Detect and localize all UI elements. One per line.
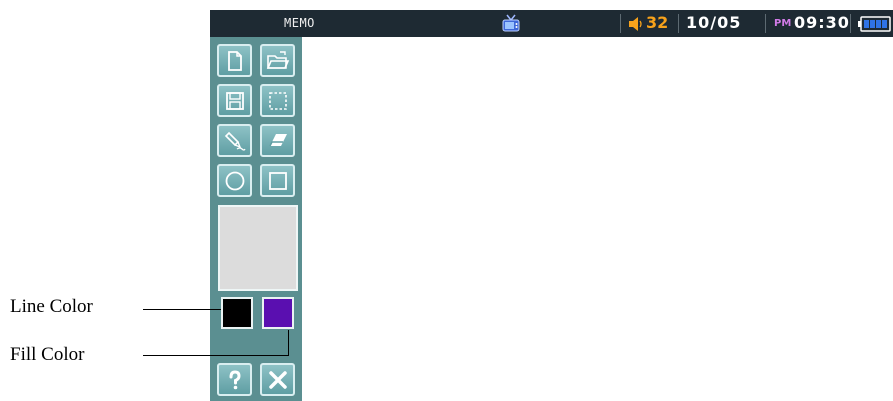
status-divider <box>678 14 679 33</box>
rectangle-button[interactable] <box>260 164 295 197</box>
volume-level: 32 <box>646 13 669 32</box>
new-document-button[interactable] <box>217 44 252 77</box>
help-button[interactable] <box>217 363 252 396</box>
rectangle-icon <box>268 171 287 190</box>
pen-icon <box>224 131 246 151</box>
status-divider <box>850 14 851 33</box>
speaker-icon[interactable] <box>628 16 644 32</box>
new-document-icon <box>227 50 242 71</box>
close-button[interactable] <box>260 363 295 396</box>
date-display: 10/05 <box>686 13 742 32</box>
line-color-swatch[interactable] <box>221 297 253 329</box>
drawing-canvas[interactable] <box>302 37 893 401</box>
eraser-button[interactable] <box>260 124 295 157</box>
close-icon <box>268 370 287 389</box>
fill-color-leader <box>143 355 289 356</box>
line-color-leader <box>143 309 221 310</box>
open-folder-button[interactable] <box>260 44 295 77</box>
app-title: MEMO <box>284 16 315 30</box>
circle-icon <box>225 171 244 190</box>
dashed-rectangle-icon <box>268 91 287 110</box>
device-screen: MEMO 32 10/05 PM 09:30 <box>210 10 893 401</box>
status-bar: MEMO 32 10/05 PM 09:30 <box>210 10 893 37</box>
question-mark-icon <box>229 369 241 389</box>
battery-icon <box>858 16 891 32</box>
line-color-callout: Line Color <box>10 296 93 317</box>
select-button[interactable] <box>260 84 295 117</box>
ampm-indicator: PM <box>774 18 792 29</box>
fill-color-leader-vertical <box>288 330 289 356</box>
circle-button[interactable] <box>217 164 252 197</box>
status-divider <box>765 14 766 33</box>
pen-button[interactable] <box>217 124 252 157</box>
eraser-icon <box>268 133 287 146</box>
floppy-disk-icon <box>225 91 244 110</box>
time-display: 09:30 <box>794 13 850 32</box>
fill-color-swatch[interactable] <box>262 297 294 329</box>
save-button[interactable] <box>217 84 252 117</box>
open-folder-icon <box>266 50 289 69</box>
tv-icon <box>502 14 520 32</box>
status-divider <box>620 14 621 33</box>
shape-preview <box>218 205 298 291</box>
fill-color-callout: Fill Color <box>10 344 85 365</box>
